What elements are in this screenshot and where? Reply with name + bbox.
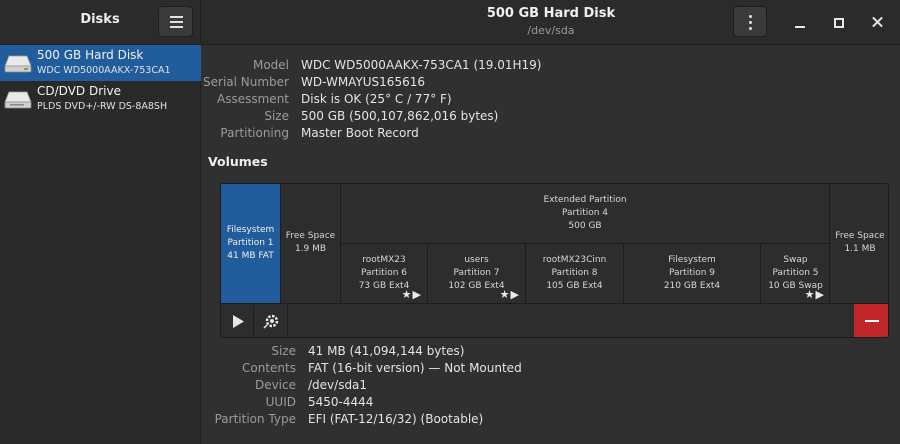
extended-partition-block[interactable]: Extended Partition Partition 4 500 GB ro… — [341, 184, 830, 303]
info-value: EFI (FAT-12/16/32) (Bootable) — [308, 412, 484, 426]
star-play-icon: ★▶ — [401, 288, 422, 301]
mount-button[interactable] — [221, 305, 254, 337]
disk-list-item[interactable]: 500 GB Hard Disk WDC WD5000AAKX-753CA1 — [0, 45, 201, 81]
free-space-size: 1.9 MB — [294, 244, 327, 254]
partition-number: Partition 9 — [668, 268, 716, 278]
disk-model: WDC WD5000AAKX-753CA1 — [37, 65, 171, 76]
star-play-icon: ★▶ — [499, 288, 520, 301]
volume-toolbar — [221, 303, 888, 337]
info-key: Contents — [242, 361, 296, 375]
hard-disk-icon — [4, 55, 32, 73]
extended-number: Partition 4 — [561, 208, 609, 218]
volume-map: Filesystem Partition 1 41 MB FAT Free Sp… — [220, 183, 889, 338]
partition-number: Partition 5 — [772, 268, 819, 278]
info-key: Model — [252, 58, 289, 72]
partition-label: users — [464, 255, 489, 265]
free-space-block[interactable]: Free Space 1.9 MB — [281, 184, 341, 303]
maximize-button[interactable] — [826, 10, 850, 34]
disk-list-item[interactable]: CD/DVD Drive PLDS DVD+/-RW DS-8A8SH — [0, 81, 201, 117]
volumes-heading: Volumes — [208, 154, 268, 169]
info-value: Disk is OK (25° C / 77° F) — [301, 92, 452, 106]
partition-label: Filesystem — [668, 255, 716, 265]
info-key: Device — [254, 378, 296, 392]
info-key: Serial Number — [203, 75, 289, 89]
disk-list: 500 GB Hard Disk WDC WD5000AAKX-753CA1 C… — [0, 45, 201, 444]
info-value: WDC WD5000AAKX-753CA1 (19.01H19) — [301, 58, 542, 72]
partition-size: 41 MB FAT — [227, 251, 274, 261]
minimize-button[interactable] — [788, 10, 812, 34]
gear-icon — [263, 314, 279, 329]
optical-drive-icon — [4, 91, 32, 109]
delete-partition-button[interactable] — [854, 304, 888, 337]
info-key: Partitioning — [220, 126, 289, 140]
partition-6-block[interactable]: rootMX23 Partition 6 73 GB Ext4 ★▶ — [341, 244, 428, 303]
free-space-label: Free Space — [285, 231, 336, 241]
disk-name: 500 GB Hard Disk — [37, 48, 144, 62]
info-value: Master Boot Record — [301, 126, 419, 140]
close-button[interactable] — [866, 10, 890, 34]
sidebar-header: Disks — [0, 0, 201, 45]
star-play-icon: ★▶ — [804, 288, 825, 301]
extended-label: Extended Partition — [543, 195, 627, 205]
disk-model: PLDS DVD+/-RW DS-8A8SH — [37, 101, 168, 112]
partition-options-button[interactable] — [255, 305, 288, 337]
partition-size: 105 GB Ext4 — [546, 281, 603, 291]
drive-options-button[interactable] — [733, 6, 767, 37]
partition-number: Partition 8 — [551, 268, 598, 278]
partition-7-block[interactable]: users Partition 7 102 GB Ext4 ★▶ — [428, 244, 526, 303]
partition-label: Swap — [783, 255, 808, 265]
info-key: Size — [271, 344, 296, 358]
info-value: WD-WMAYUS165616 — [301, 75, 425, 89]
free-space-size: 1.1 MB — [844, 244, 876, 254]
play-icon — [233, 315, 244, 328]
partition-label: Filesystem — [226, 225, 275, 235]
partition-label: rootMX23Cinn — [542, 255, 607, 265]
info-value: 500 GB (500,107,862,016 bytes) — [301, 109, 499, 123]
info-key: UUID — [265, 395, 296, 409]
partition-number: Partition 7 — [453, 268, 500, 278]
partition-5-block[interactable]: Swap Partition 5 10 GB Swap ★▶ — [761, 244, 830, 303]
header-bar: Disks 500 GB Hard Disk /dev/sda — [0, 0, 900, 45]
info-value: 41 MB (41,094,144 bytes) — [308, 344, 465, 358]
partition-8-block[interactable]: rootMX23Cinn Partition 8 105 GB Ext4 — [526, 244, 624, 303]
extended-size: 500 GB — [568, 221, 602, 231]
free-space-label: Free Space — [835, 231, 885, 241]
partition-number: Partition 6 — [360, 268, 408, 278]
partition-9-block[interactable]: Filesystem Partition 9 210 GB Ext4 — [624, 244, 761, 303]
info-key: Partition Type — [214, 412, 296, 426]
info-value: FAT (16-bit version) — Not Mounted — [308, 361, 522, 375]
partition-label: rootMX23 — [362, 255, 406, 265]
info-value: 5450-4444 — [308, 395, 374, 409]
app-menu-button[interactable] — [158, 6, 193, 37]
info-key: Size — [264, 109, 289, 123]
free-space-block[interactable]: Free Space 1.1 MB — [830, 184, 888, 303]
disk-name: CD/DVD Drive — [37, 84, 121, 98]
info-key: Assessment — [217, 92, 289, 106]
partition-size: 210 GB Ext4 — [663, 281, 721, 291]
info-value: /dev/sda1 — [308, 378, 368, 392]
partition-number: Partition 1 — [227, 238, 274, 248]
extended-partition-header[interactable]: Extended Partition Partition 4 500 GB — [341, 184, 829, 244]
partition-1-block[interactable]: Filesystem Partition 1 41 MB FAT — [221, 184, 281, 303]
